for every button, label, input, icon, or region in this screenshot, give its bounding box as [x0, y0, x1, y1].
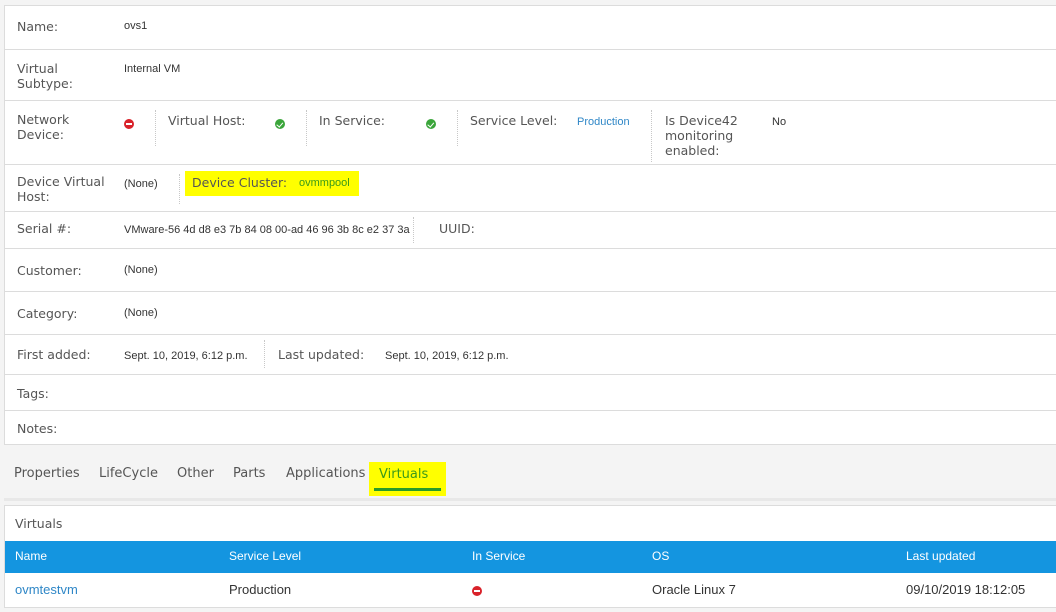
label-line: monitoring: [665, 128, 734, 143]
device-details-panel: Name: ovs1 Virtual Subtype: Internal VM N…: [4, 5, 1056, 445]
label-line: Subtype:: [17, 76, 73, 91]
virtual-last-updated: 09/10/2019 18:12:05: [906, 582, 1026, 597]
customer-value: (None): [124, 264, 158, 276]
row-status: Network Device: Virtual Host: In Service:…: [5, 100, 1056, 165]
virtual-os: Oracle Linux 7: [652, 582, 736, 597]
row-dates: First added: Sept. 10, 2019, 6:12 p.m. L…: [5, 334, 1056, 375]
name-value: ovs1: [124, 20, 148, 32]
customer-label: Customer:: [17, 263, 82, 278]
virtuals-title: Virtuals: [15, 516, 63, 531]
tab-virtuals-label: Virtuals: [379, 467, 429, 482]
column-header-name[interactable]: Name: [15, 549, 47, 563]
category-value: (None): [124, 307, 158, 319]
divider: [651, 110, 652, 162]
row-serial: Serial #: VMware-56 4d d8 e3 7b 84 08 00…: [5, 211, 1056, 249]
virtuals-panel: Virtuals Name Service Level In Service O…: [4, 505, 1056, 608]
label-line: enabled:: [665, 143, 720, 158]
tab-other[interactable]: Other: [167, 460, 224, 496]
tags-label: Tags:: [17, 386, 49, 401]
detail-tabs: Properties LifeCycle Other Parts Applica…: [4, 460, 1056, 501]
active-tab-indicator: [374, 488, 441, 491]
d42-monitoring-value: No: [772, 116, 787, 128]
device-cluster-link[interactable]: ovmmpool: [299, 176, 350, 190]
virtual-name-link[interactable]: ovmtestvm: [15, 582, 78, 597]
divider: [155, 110, 156, 146]
uuid-label: UUID:: [439, 221, 475, 236]
row-category: Category: (None): [5, 291, 1056, 335]
label-line: Is Device42: [665, 113, 738, 128]
serial-label: Serial #:: [17, 221, 72, 236]
row-device-virtual-host: Device Virtual Host: (None) Device Cluste…: [5, 164, 1056, 212]
virtual-subtype-label: Virtual Subtype:: [17, 61, 73, 91]
label-line: Device Virtual: [17, 174, 105, 189]
virtual-subtype-value: Internal VM: [124, 63, 181, 75]
divider: [413, 217, 414, 243]
label-line: Device:: [17, 127, 64, 142]
notes-label: Notes:: [17, 421, 58, 436]
last-updated-value: Sept. 10, 2019, 6:12 p.m.: [385, 350, 509, 362]
device-virtual-host-value: (None): [124, 178, 158, 190]
divider: [264, 340, 265, 368]
row-notes: Notes:: [5, 410, 1056, 446]
device-virtual-host-label: Device Virtual Host:: [17, 174, 105, 204]
virtual-host-label: Virtual Host:: [168, 113, 246, 128]
tab-lifecycle[interactable]: LifeCycle: [89, 460, 168, 496]
column-header-service-level[interactable]: Service Level: [229, 549, 301, 563]
virtual-service-level: Production: [229, 582, 292, 597]
serial-value: VMware-56 4d d8 e3 7b 84 08 00-ad 46 96 …: [124, 224, 410, 236]
row-name: Name: ovs1: [5, 6, 1056, 50]
first-added-label: First added:: [17, 347, 91, 362]
category-label: Category:: [17, 306, 78, 321]
name-label: Name:: [17, 19, 59, 34]
divider: [457, 110, 458, 146]
network-device-label: Network Device:: [17, 112, 69, 142]
row-customer: Customer: (None): [5, 248, 1056, 292]
d42-monitoring-label: Is Device42 monitoring enabled:: [665, 113, 738, 158]
label-line: Network: [17, 112, 70, 127]
label-line: Virtual: [17, 61, 58, 76]
service-level-link[interactable]: Production: [577, 115, 630, 129]
virtuals-table-header: Name Service Level In Service OS Last up…: [5, 541, 1056, 573]
yes-icon: [426, 119, 436, 129]
tab-applications[interactable]: Applications: [276, 460, 375, 496]
yes-icon: [275, 119, 285, 129]
column-header-last-updated[interactable]: Last updated: [906, 549, 975, 563]
device-cluster-label: Device Cluster:: [192, 175, 288, 190]
column-header-os[interactable]: OS: [652, 549, 669, 563]
tab-virtuals[interactable]: Virtuals: [369, 462, 446, 496]
no-icon: [124, 119, 134, 129]
row-virtual-subtype: Virtual Subtype: Internal VM: [5, 49, 1056, 101]
service-level-label: Service Level:: [470, 113, 558, 128]
tab-parts[interactable]: Parts: [223, 460, 275, 496]
tab-properties[interactable]: Properties: [4, 460, 90, 496]
first-added-value: Sept. 10, 2019, 6:12 p.m.: [124, 350, 248, 362]
divider: [306, 110, 307, 146]
label-line: Host:: [17, 189, 50, 204]
last-updated-label: Last updated:: [278, 347, 365, 362]
in-service-label: In Service:: [319, 113, 385, 128]
divider: [179, 174, 180, 204]
row-tags: Tags:: [5, 374, 1056, 411]
no-icon: [472, 586, 482, 596]
column-header-in-service[interactable]: In Service: [472, 549, 525, 563]
